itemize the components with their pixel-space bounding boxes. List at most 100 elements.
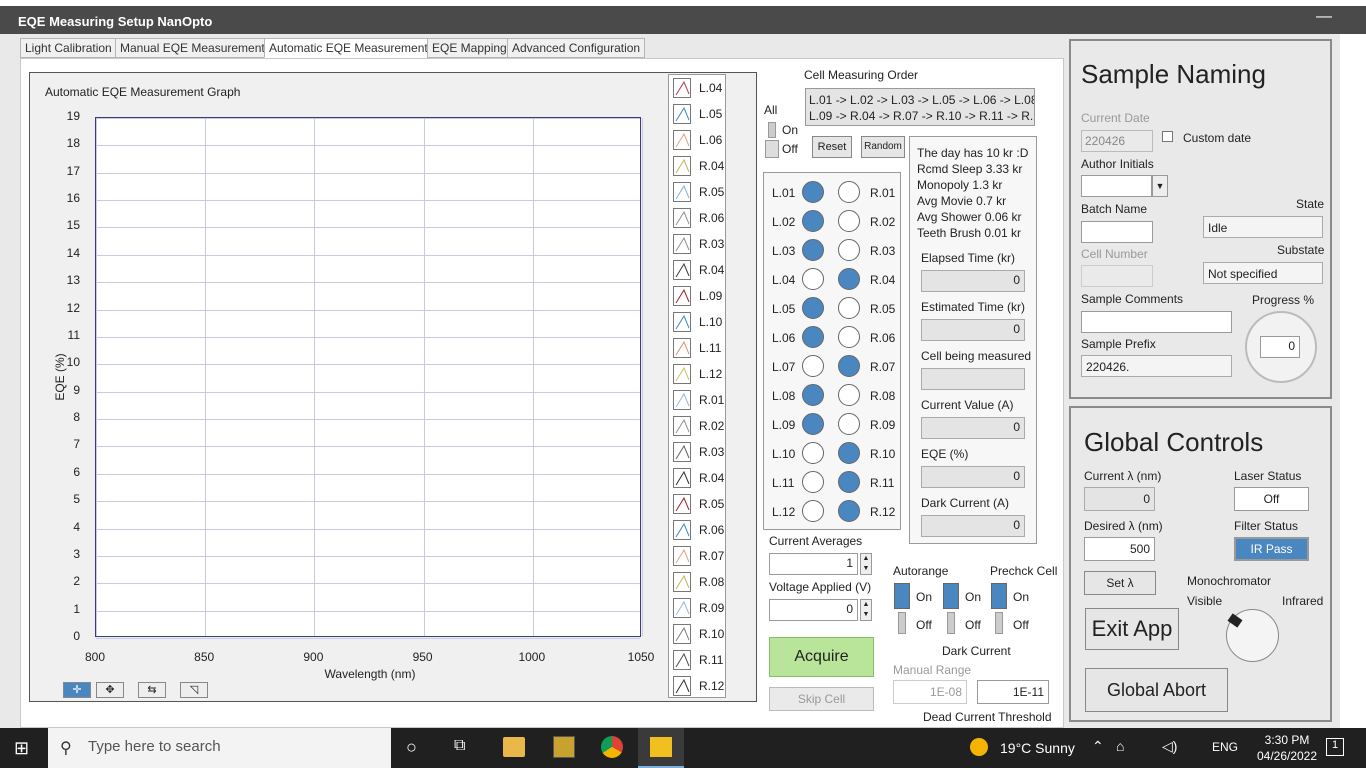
cell-right-toggle[interactable]	[838, 297, 860, 319]
cell-right-toggle[interactable]	[838, 268, 860, 290]
cell-right-toggle[interactable]	[838, 181, 860, 203]
labview-icon[interactable]	[553, 736, 575, 758]
cell-right-toggle[interactable]	[838, 210, 860, 232]
reset-button[interactable]: Reset	[812, 136, 852, 158]
clock[interactable]: 3:30 PM 04/26/2022	[1252, 732, 1322, 764]
legend-item[interactable]: R.03	[673, 441, 727, 463]
cell-right-toggle[interactable]	[838, 471, 860, 493]
author-input[interactable]	[1081, 175, 1152, 197]
legend-item[interactable]: R.04	[673, 467, 727, 489]
scale-tool-icon[interactable]: ◹	[180, 682, 208, 698]
legend-item[interactable]: R.02	[673, 415, 727, 437]
set-wavelength-button[interactable]: Set λ	[1084, 571, 1156, 595]
legend-item[interactable]: L.09	[673, 285, 727, 307]
legend-item[interactable]: R.01	[673, 389, 727, 411]
language-indicator[interactable]: ENG	[1212, 740, 1238, 754]
legend-item[interactable]: L.06	[673, 129, 727, 151]
legend-item[interactable]: R.05	[673, 181, 727, 203]
legend-item[interactable]: R.09	[673, 597, 727, 619]
cell-right-toggle[interactable]	[838, 239, 860, 261]
legend-item[interactable]: R.11	[673, 649, 727, 671]
task-view-icon[interactable]: ⧉	[454, 737, 465, 755]
cell-right-toggle[interactable]	[838, 500, 860, 522]
chrome-icon[interactable]	[601, 736, 623, 758]
cell-right-toggle[interactable]	[838, 355, 860, 377]
cell-right-toggle[interactable]	[838, 326, 860, 348]
batch-input[interactable]	[1081, 221, 1153, 243]
legend-item[interactable]: L.04	[673, 77, 727, 99]
averages-stepper[interactable]: ▲ ▼	[860, 553, 872, 575]
network-icon[interactable]: ⌂	[1116, 738, 1124, 754]
zoom-tool-icon[interactable]: ⇆	[138, 682, 166, 698]
legend-item[interactable]: L.11	[673, 337, 727, 359]
minimize-button[interactable]: —	[1316, 8, 1332, 26]
cell-left-toggle[interactable]	[802, 297, 824, 319]
legend-item[interactable]: R.08	[673, 571, 727, 593]
cell-left-toggle[interactable]	[802, 326, 824, 348]
cell-left-toggle[interactable]	[802, 210, 824, 232]
weather-text[interactable]: 19°C Sunny	[1000, 740, 1075, 756]
comments-input[interactable]	[1081, 311, 1232, 333]
all-on-switch[interactable]	[768, 122, 776, 138]
cell-right-toggle[interactable]	[838, 384, 860, 406]
dark-current-switch-off[interactable]	[947, 612, 955, 634]
legend-item[interactable]: R.06	[673, 519, 727, 541]
taskbar-search[interactable]: Type here to search	[48, 728, 391, 768]
legend-item[interactable]: R.04	[673, 259, 727, 281]
cell-right-toggle[interactable]	[838, 413, 860, 435]
tab-manual-eqe[interactable]: Manual EQE Measurement	[115, 38, 270, 58]
cell-left-toggle[interactable]	[802, 239, 824, 261]
legend-item[interactable]: L.05	[673, 103, 727, 125]
cell-left-toggle[interactable]	[802, 268, 824, 290]
acquire-button[interactable]: Acquire	[769, 637, 874, 677]
plot-area[interactable]	[95, 117, 643, 639]
threshold-input[interactable]: 1E-11	[977, 680, 1049, 704]
chevron-up-icon[interactable]: ⌃	[1092, 738, 1104, 755]
voltage-stepper[interactable]: ▲ ▼	[860, 599, 872, 621]
desired-wavelength-input[interactable]: 500	[1084, 537, 1155, 561]
prechck-switch-off[interactable]	[995, 612, 1003, 634]
cell-left-toggle[interactable]	[802, 442, 824, 464]
prechck-switch[interactable]	[991, 583, 1007, 609]
windows-start-icon[interactable]: ⊞	[14, 739, 32, 758]
file-explorer-icon[interactable]	[503, 737, 525, 757]
legend-item[interactable]: L.12	[673, 363, 727, 385]
global-abort-button[interactable]: Global Abort	[1085, 668, 1228, 712]
cell-left-toggle[interactable]	[802, 384, 824, 406]
all-off-switch[interactable]	[765, 140, 779, 158]
cell-right-toggle[interactable]	[838, 442, 860, 464]
legend-item[interactable]: R.12	[673, 675, 727, 697]
autorange-switch[interactable]	[894, 583, 910, 609]
skip-cell-button[interactable]: Skip Cell	[769, 687, 874, 711]
legend-item[interactable]: R.07	[673, 545, 727, 567]
cursor-tool-icon[interactable]: ✛	[63, 682, 91, 698]
custom-date-checkbox[interactable]	[1162, 131, 1173, 142]
legend-item[interactable]: R.06	[673, 207, 727, 229]
tab-automatic-eqe[interactable]: Automatic EQE Measurement	[264, 38, 433, 58]
pan-tool-icon[interactable]: ✥	[96, 682, 124, 698]
legend-item[interactable]: R.04	[673, 155, 727, 177]
averages-input[interactable]: 1	[769, 553, 858, 575]
legend-item[interactable]: R.05	[673, 493, 727, 515]
manual-range-input[interactable]: 1E-08	[893, 680, 967, 704]
random-button[interactable]: Random	[861, 136, 905, 158]
legend-item[interactable]: R.03	[673, 233, 727, 255]
cell-left-toggle[interactable]	[802, 500, 824, 522]
exit-app-button[interactable]: Exit App	[1085, 608, 1179, 650]
cortana-icon[interactable]: ○	[406, 737, 417, 758]
tab-light-calibration[interactable]: Light Calibration	[20, 38, 117, 58]
chevron-down-icon[interactable]: ▼	[1152, 175, 1168, 197]
cell-left-toggle[interactable]	[802, 355, 824, 377]
notifications-icon[interactable]: 1	[1326, 738, 1344, 756]
tab-advanced-config[interactable]: Advanced Configuration	[507, 38, 646, 58]
voltage-input[interactable]: 0	[769, 599, 858, 621]
tab-eqe-mapping[interactable]: EQE Mapping	[427, 38, 512, 58]
autorange-switch-off[interactable]	[898, 612, 906, 634]
cell-left-toggle[interactable]	[802, 471, 824, 493]
cell-left-toggle[interactable]	[802, 181, 824, 203]
dark-current-switch[interactable]	[943, 583, 959, 609]
speaker-icon[interactable]: ◁)	[1162, 738, 1177, 755]
legend-item[interactable]: L.10	[673, 311, 727, 333]
legend-item[interactable]: R.10	[673, 623, 727, 645]
cell-left-toggle[interactable]	[802, 413, 824, 435]
